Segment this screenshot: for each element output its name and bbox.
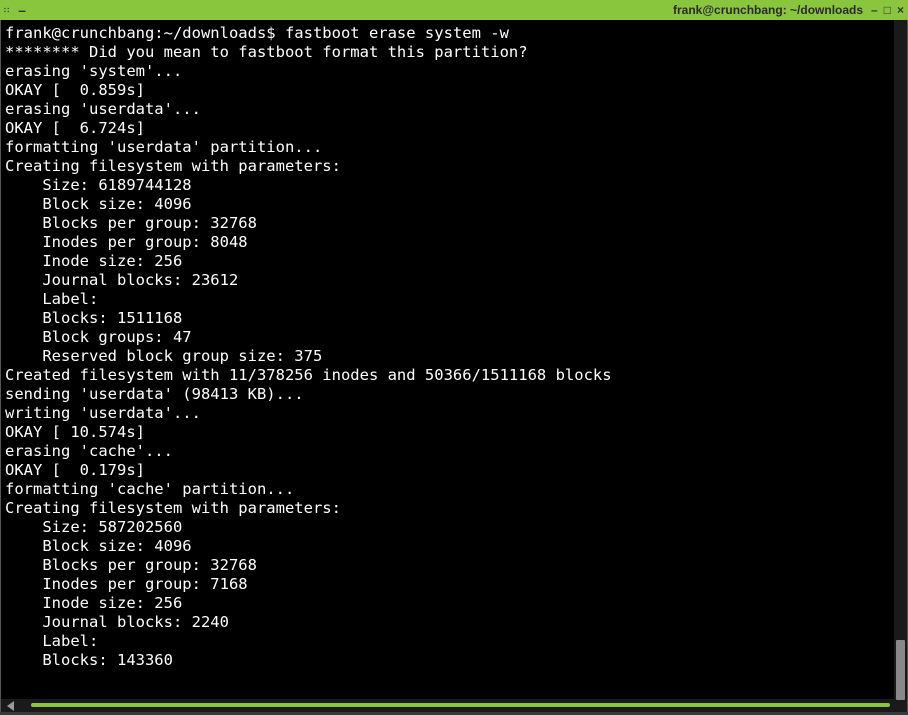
titlebar[interactable]: ∷ – frank@crunchbang: ~/downloads – □ ×: [0, 0, 908, 20]
titlebar-left-controls: ∷ –: [4, 3, 26, 17]
close-button[interactable]: ×: [897, 4, 904, 16]
terminal-window: ∷ – frank@crunchbang: ~/downloads – □ × …: [0, 0, 908, 715]
scroll-left-arrow-icon[interactable]: [7, 701, 14, 711]
vertical-scrollbar[interactable]: [894, 20, 907, 712]
horizontal-scrollbar[interactable]: [1, 699, 894, 712]
window-menu-icon[interactable]: –: [18, 3, 26, 17]
horizontal-scrollbar-thumb[interactable]: [31, 703, 890, 707]
minimize-button[interactable]: –: [871, 4, 878, 16]
titlebar-right-controls: – □ ×: [871, 4, 904, 16]
terminal-output[interactable]: frank@crunchbang:~/downloads$ fastboot e…: [1, 20, 894, 712]
vertical-scrollbar-thumb[interactable]: [896, 640, 905, 700]
maximize-button[interactable]: □: [884, 4, 891, 16]
window-title: frank@crunchbang: ~/downloads: [673, 3, 863, 17]
app-menu-icon[interactable]: ∷: [4, 6, 8, 15]
terminal-body[interactable]: frank@crunchbang:~/downloads$ fastboot e…: [0, 20, 908, 712]
